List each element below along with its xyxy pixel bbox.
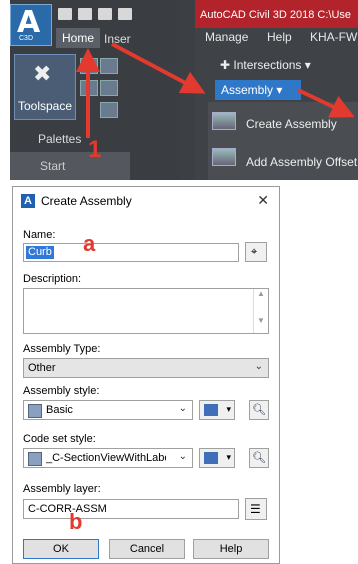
name-label: Name: xyxy=(23,229,56,241)
preview-code-set-style-button[interactable]: 🔍︎ xyxy=(249,448,269,468)
layers-icon: ☰ xyxy=(250,502,261,516)
preview-assembly-style-button[interactable]: 🔍︎ xyxy=(249,400,269,420)
assembly-layer-field[interactable]: C-CORR-ASSM xyxy=(23,499,239,519)
assembly-type-label: Assembly Type: xyxy=(23,343,101,355)
close-icon[interactable]: ✕ xyxy=(257,192,269,209)
edit-code-set-style-button[interactable]: ▾ xyxy=(199,448,235,468)
dialog-title: Create Assembly xyxy=(41,194,132,208)
pick-icon: ⌖ xyxy=(251,246,258,258)
chevron-down-icon: ⌄ xyxy=(254,361,263,372)
annotation-b: b xyxy=(69,509,83,534)
arrow-to-assembly xyxy=(111,42,206,94)
chevron-down-icon: ▾ xyxy=(226,452,231,462)
create-assembly-dialog: A Create Assembly ✕ Name: Curb ⌖ a Descr… xyxy=(12,186,280,564)
chevron-down-icon: ⌄ xyxy=(178,451,187,462)
chevron-down-icon: ▾ xyxy=(226,404,231,414)
pick-name-button[interactable]: ⌖ xyxy=(245,242,267,262)
assembly-style-label: Assembly style: xyxy=(23,385,100,397)
dialog-titlebar: A Create Assembly ✕ xyxy=(13,187,279,215)
assembly-layer-label: Assembly layer: xyxy=(23,483,101,495)
magnifier-icon: 🔍︎ xyxy=(252,404,266,416)
edit-style-icon xyxy=(204,452,218,464)
assembly-style-value: Basic xyxy=(46,404,73,416)
select-layer-button[interactable]: ☰ xyxy=(245,498,267,520)
name-value: Curb xyxy=(26,246,54,259)
edit-assembly-style-button[interactable]: ▾ xyxy=(199,400,235,420)
cancel-button[interactable]: Cancel xyxy=(109,539,185,559)
assembly-style-select[interactable]: Basic ⌄ xyxy=(23,400,193,420)
description-scrollbar[interactable]: ▲ ▼ xyxy=(253,289,268,333)
description-label: Description: xyxy=(23,273,82,285)
code-set-style-label: Code set style: xyxy=(23,433,96,445)
help-button[interactable]: Help xyxy=(193,539,269,559)
assembly-type-select[interactable]: Other ⌄ xyxy=(23,358,269,378)
magnifier-icon: 🔍︎ xyxy=(252,452,266,464)
arrow-to-create-assembly xyxy=(297,88,355,118)
description-input[interactable]: ▲ ▼ xyxy=(23,288,269,334)
chevron-down-icon: ⌄ xyxy=(178,403,187,414)
annotation-a: a xyxy=(83,231,96,256)
ok-button[interactable]: OK xyxy=(23,539,99,559)
assembly-layer-value: C-CORR-ASSM xyxy=(28,503,107,515)
edit-style-icon xyxy=(204,404,218,416)
autocad-icon: A xyxy=(21,194,35,208)
assembly-type-value: Other xyxy=(28,362,56,374)
code-set-style-value: _C-SectionViewWithLabels xyxy=(46,452,166,464)
code-set-style-select[interactable]: _C-SectionViewWithLabels ⌄ xyxy=(23,448,193,468)
code-set-style-icon xyxy=(28,452,42,466)
annotation-arrows xyxy=(76,42,355,138)
name-input[interactable]: Curb xyxy=(23,243,239,262)
assembly-style-icon xyxy=(28,404,42,418)
